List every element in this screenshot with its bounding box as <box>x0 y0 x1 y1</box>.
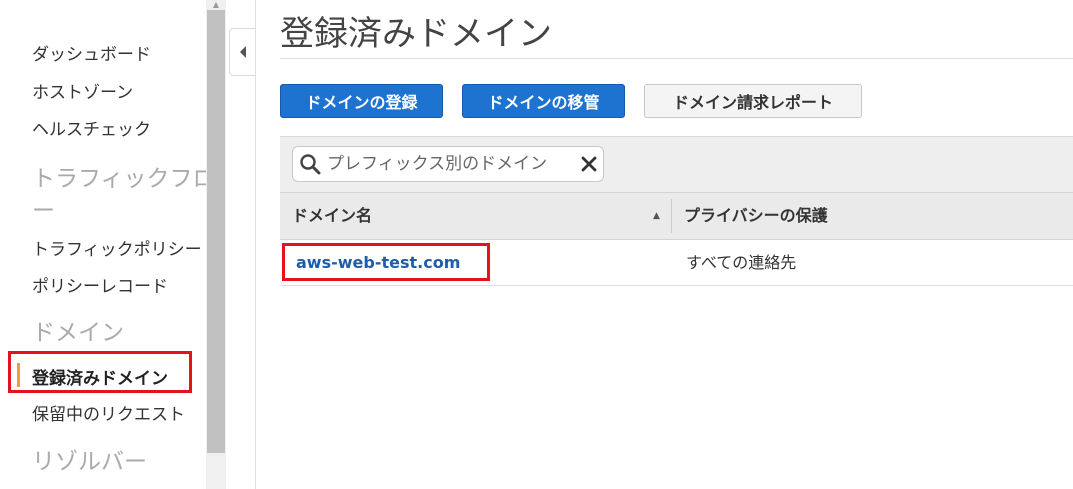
table-header: ドメイン名 ▲ プライバシーの保護 <box>280 192 1073 240</box>
domain-billing-report-button[interactable]: ドメイン請求レポート <box>644 84 862 118</box>
privacy-protection-cell: すべての連絡先 <box>686 253 797 272</box>
page-title: 登録済みドメイン <box>280 14 552 54</box>
collapse-left-icon <box>239 46 246 58</box>
search-box[interactable] <box>292 146 604 182</box>
transfer-domain-button[interactable]: ドメインの移管 <box>462 84 625 118</box>
sort-ascending-icon[interactable]: ▲ <box>653 193 660 239</box>
search-input[interactable] <box>325 153 577 175</box>
sidebar-item-pending-requests[interactable]: 保留中のリクエスト <box>32 400 185 425</box>
close-icon[interactable] <box>579 154 599 174</box>
sidebar-navigation: ダッシュボード ホストゾーン ヘルスチェック トラフィックフロ ー トラフィック… <box>0 0 216 489</box>
sidebar-section-resolver: リゾルバー <box>32 449 147 475</box>
search-icon <box>300 154 321 175</box>
sidebar-section-domains: ドメイン <box>32 320 124 346</box>
scroll-up-arrow-icon[interactable]: ▲ <box>208 0 224 10</box>
panel-divider <box>255 0 256 489</box>
column-separator <box>671 199 672 233</box>
table-toolbar <box>280 136 1073 193</box>
sidebar-scrollbar-thumb[interactable] <box>207 10 225 453</box>
sidebar-item-health-checks[interactable]: ヘルスチェック <box>32 115 151 140</box>
sidebar-item-hosted-zones[interactable]: ホストゾーン <box>32 78 133 103</box>
sidebar-section-traffic-flow-line2: ー <box>32 198 55 224</box>
sidebar-item-policy-records[interactable]: ポリシーレコード <box>32 272 168 297</box>
sidebar-section-traffic-flow: トラフィックフロ ー <box>32 163 216 227</box>
sidebar-collapse-button[interactable] <box>229 28 255 76</box>
sidebar-item-traffic-policies[interactable]: トラフィックポリシー <box>32 235 202 260</box>
annotation-highlight-domain <box>282 243 490 281</box>
column-header-domain-name[interactable]: ドメイン名 <box>292 193 372 239</box>
register-domain-button[interactable]: ドメインの登録 <box>280 84 443 118</box>
sidebar-item-dashboard[interactable]: ダッシュボード <box>32 40 151 65</box>
annotation-highlight-sidebar <box>8 351 192 393</box>
title-divider <box>280 58 1073 59</box>
sidebar-section-traffic-flow-line1: トラフィックフロ <box>32 166 216 192</box>
column-header-privacy-protection[interactable]: プライバシーの保護 <box>684 193 828 239</box>
